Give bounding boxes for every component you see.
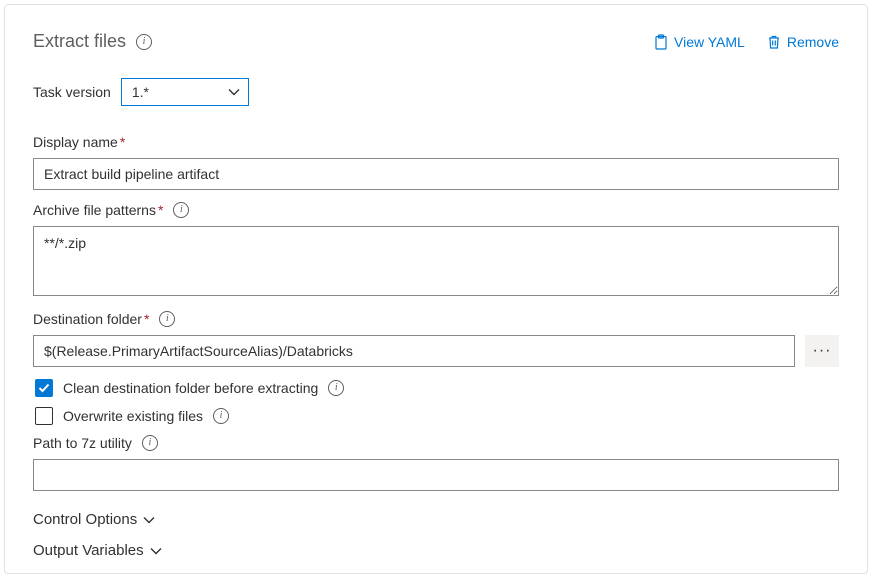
display-name-label-row: Display name* [33, 134, 839, 150]
info-icon[interactable]: i [328, 380, 344, 396]
archive-patterns-label: Archive file patterns [33, 202, 156, 218]
display-name-input[interactable] [33, 158, 839, 190]
path-7z-label: Path to 7z utility [33, 435, 132, 451]
header-actions: View YAML Remove [653, 34, 839, 50]
chevron-down-icon [228, 88, 240, 96]
clean-dest-label[interactable]: Clean destination folder before extracti… [63, 380, 318, 396]
chevron-down-icon [143, 516, 155, 524]
display-name-label: Display name [33, 134, 118, 150]
view-yaml-button[interactable]: View YAML [653, 34, 745, 50]
archive-patterns-group: Archive file patterns* i [33, 202, 839, 299]
control-options-section[interactable]: Control Options [33, 511, 839, 528]
task-version-label: Task version [33, 84, 111, 100]
archive-patterns-label-row: Archive file patterns* i [33, 202, 839, 218]
info-icon[interactable]: i [213, 408, 229, 424]
browse-button[interactable]: ··· [805, 335, 839, 367]
view-yaml-label: View YAML [674, 34, 745, 50]
task-version-value: 1.* [132, 84, 149, 100]
dest-folder-row: ··· [33, 335, 839, 367]
path-7z-label-row: Path to 7z utility i [33, 435, 839, 451]
required-asterisk: * [144, 311, 149, 327]
clean-dest-row: Clean destination folder before extracti… [35, 379, 839, 397]
task-version-select[interactable]: 1.* [121, 78, 249, 106]
task-version-row: Task version 1.* [33, 78, 839, 106]
remove-label: Remove [787, 34, 839, 50]
task-title: Extract files [33, 31, 126, 52]
archive-patterns-input[interactable] [33, 226, 839, 296]
info-icon[interactable]: i [142, 435, 158, 451]
overwrite-row: Overwrite existing files i [35, 407, 839, 425]
remove-button[interactable]: Remove [767, 34, 839, 50]
output-variables-section[interactable]: Output Variables [33, 542, 839, 559]
task-editor-panel: Extract files i View YAML Remove [4, 4, 868, 574]
overwrite-checkbox[interactable] [35, 407, 53, 425]
trash-icon [767, 34, 781, 50]
dest-folder-label: Destination folder [33, 311, 142, 327]
info-icon[interactable]: i [159, 311, 175, 327]
clean-dest-checkbox[interactable] [35, 379, 53, 397]
overwrite-label[interactable]: Overwrite existing files [63, 408, 203, 424]
path-7z-group: Path to 7z utility i [33, 435, 839, 491]
info-icon[interactable]: i [173, 202, 189, 218]
required-asterisk: * [158, 202, 163, 218]
clipboard-icon [653, 34, 668, 50]
dest-folder-group: Destination folder* i ··· [33, 311, 839, 367]
dest-folder-label-row: Destination folder* i [33, 311, 839, 327]
info-icon[interactable]: i [136, 34, 152, 50]
header-row: Extract files i View YAML Remove [33, 31, 839, 52]
title-wrap: Extract files i [33, 31, 152, 52]
chevron-down-icon [150, 547, 162, 555]
output-variables-label: Output Variables [33, 542, 144, 559]
checkmark-icon [38, 383, 50, 393]
dest-folder-input[interactable] [33, 335, 795, 367]
display-name-group: Display name* [33, 134, 839, 190]
control-options-label: Control Options [33, 511, 137, 528]
path-7z-input[interactable] [33, 459, 839, 491]
required-asterisk: * [120, 134, 125, 150]
